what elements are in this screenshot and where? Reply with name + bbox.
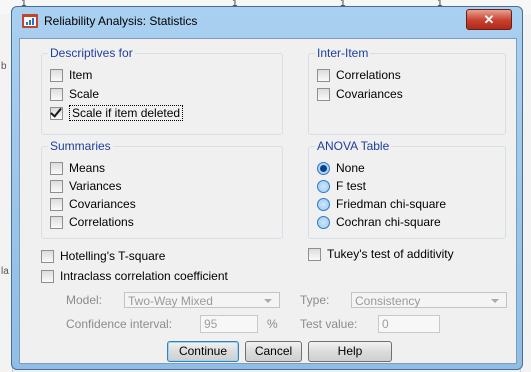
close-button[interactable]: ✕ (466, 9, 512, 30)
chevron-down-icon (264, 299, 272, 303)
dialog-title: Reliability Analysis: Statistics (44, 14, 198, 28)
checkbox-box[interactable] (50, 68, 63, 82)
means-checkbox[interactable]: Means (50, 160, 105, 176)
radio-button[interactable] (317, 197, 330, 211)
hotelling-label: Hotelling's T-square (60, 249, 166, 263)
chevron-down-icon (491, 299, 499, 303)
intraclass-checkbox[interactable]: Intraclass correlation coefficient (41, 268, 228, 284)
item-label: Item (69, 68, 93, 82)
descriptives-group: Descriptives for Item Scale Scale if ite… (41, 46, 283, 135)
anova-cochran-label: Cochran chi-square (336, 215, 441, 229)
anova-f-test-radio[interactable]: F test (317, 178, 366, 194)
model-value: Two-Way Mixed (128, 294, 213, 308)
checkbox-box[interactable] (50, 179, 63, 193)
anova-f-test-label: F test (336, 179, 367, 193)
statistics-dialog: Reliability Analysis: Statistics ✕ Descr… (11, 6, 523, 370)
scale-label: Scale (69, 87, 100, 101)
anova-none-radio[interactable]: None (317, 160, 365, 176)
covariances-checkbox[interactable]: Covariances (317, 86, 403, 102)
model-label: Model: (66, 293, 103, 307)
confidence-interval-value: 95 (204, 317, 218, 331)
checkbox-box[interactable] (50, 161, 63, 175)
test-value-input[interactable]: 0 (378, 315, 440, 333)
item-checkbox[interactable]: Item (50, 67, 92, 83)
variances-label: Variances (69, 179, 122, 193)
anova-friedman-radio[interactable]: Friedman chi-square (317, 196, 446, 212)
hotelling-checkbox[interactable]: Hotelling's T-square (41, 248, 165, 264)
tukey-checkbox[interactable]: Tukey's test of additivity (308, 246, 454, 262)
checkbox-box[interactable] (50, 215, 63, 229)
scale-if-item-deleted-label: Scale if item deleted (69, 105, 184, 121)
checkbox-box[interactable] (308, 247, 321, 261)
anova-none-label: None (336, 161, 365, 175)
summaries-legend: Summaries (48, 139, 113, 153)
means-label: Means (69, 161, 106, 175)
radio-button[interactable] (317, 215, 330, 229)
summaries-correlations-checkbox[interactable]: Correlations (50, 214, 134, 230)
confidence-interval-label: Confidence interval: (66, 317, 173, 331)
model-select[interactable]: Two-Way Mixed (124, 292, 280, 308)
checkbox-box[interactable] (41, 269, 54, 283)
background-label: la (1, 266, 9, 277)
checkbox-box[interactable] (50, 87, 63, 101)
checkbox-box[interactable] (50, 197, 63, 211)
reliability-analysis-icon (22, 14, 38, 28)
help-button[interactable]: Help (308, 341, 392, 362)
variances-checkbox[interactable]: Variances (50, 178, 121, 194)
scale-checkbox[interactable]: Scale (50, 86, 99, 102)
continue-button[interactable]: Continue (167, 341, 239, 362)
intraclass-label: Intraclass correlation coefficient (60, 269, 228, 283)
checkbox-box[interactable] (317, 87, 330, 101)
scale-if-item-deleted-checkbox[interactable]: Scale if item deleted (50, 105, 184, 121)
anova-legend: ANOVA Table (315, 139, 392, 153)
dialog-body: Descriptives for Item Scale Scale if ite… (19, 38, 517, 364)
test-value-label: Test value: (300, 317, 358, 331)
inter-item-group: Inter-Item Correlations Covariances (308, 46, 506, 135)
tukey-label: Tukey's test of additivity (327, 247, 454, 261)
type-value: Consistency (355, 294, 421, 308)
test-value: 0 (382, 317, 389, 331)
anova-friedman-label: Friedman chi-square (336, 197, 447, 211)
correlations-label: Correlations (336, 68, 401, 82)
checkbox-box[interactable] (41, 249, 54, 263)
summaries-covariances-label: Covariances (69, 197, 136, 211)
checkbox-box[interactable] (50, 106, 63, 120)
type-select[interactable]: Consistency (351, 292, 507, 308)
type-label: Type: (300, 293, 330, 307)
descriptives-legend: Descriptives for (48, 46, 135, 60)
summaries-correlations-label: Correlations (69, 215, 134, 229)
radio-button[interactable] (317, 179, 330, 193)
percent-unit: % (267, 317, 278, 331)
summaries-group: Summaries Means Variances Covariances Co… (41, 139, 283, 239)
covariances-label: Covariances (336, 87, 403, 101)
inter-item-legend: Inter-Item (315, 46, 371, 60)
correlations-checkbox[interactable]: Correlations (317, 67, 401, 83)
checkbox-box[interactable] (317, 68, 330, 82)
confidence-interval-input[interactable]: 95 (200, 315, 258, 333)
title-bar[interactable]: Reliability Analysis: Statistics ✕ (12, 7, 522, 34)
close-icon: ✕ (483, 12, 495, 27)
anova-cochran-radio[interactable]: Cochran chi-square (317, 214, 441, 230)
anova-table-group: ANOVA Table None F test Friedman chi-squ… (308, 139, 506, 239)
background-label: b (1, 61, 7, 72)
summaries-covariances-checkbox[interactable]: Covariances (50, 196, 136, 212)
cancel-button[interactable]: Cancel (245, 341, 302, 362)
radio-button[interactable] (317, 161, 330, 175)
